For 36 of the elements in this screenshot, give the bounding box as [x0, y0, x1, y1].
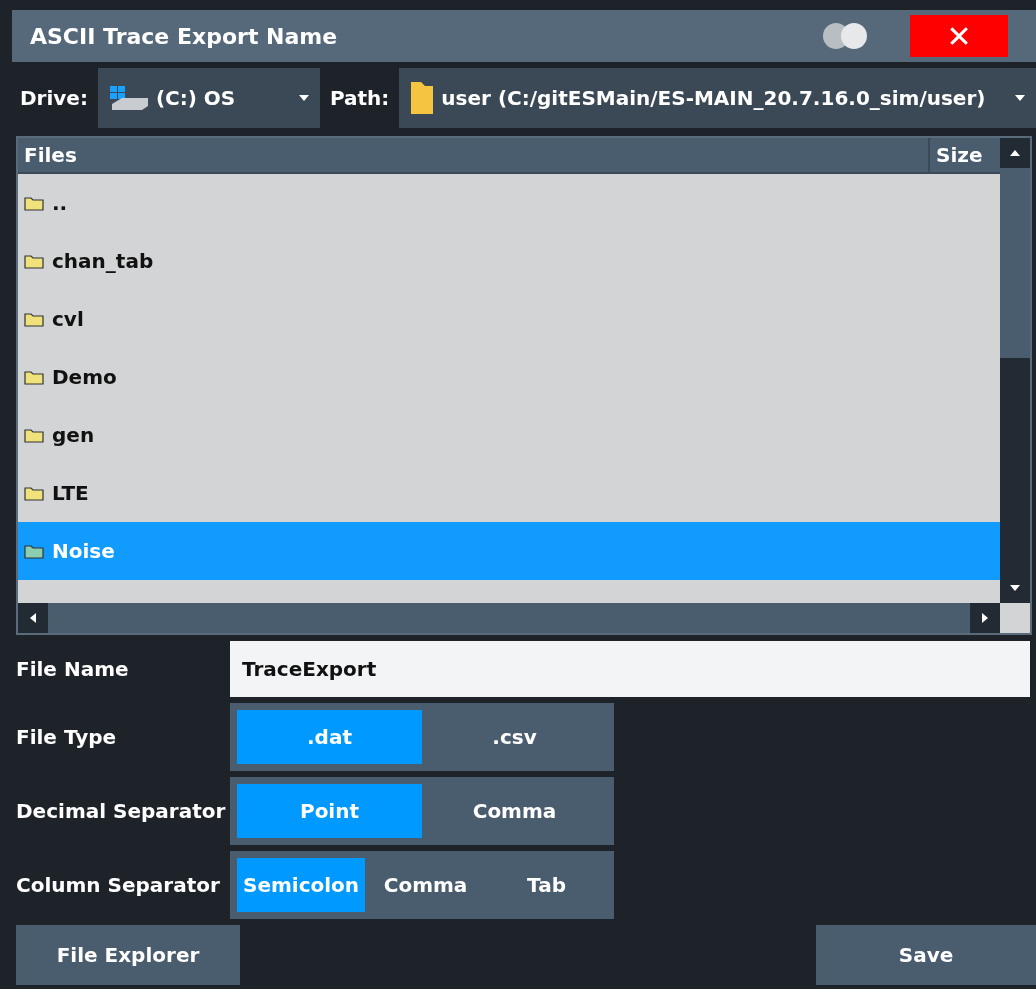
- drive-icon: [107, 84, 150, 112]
- folder-row[interactable]: ..: [18, 174, 1000, 232]
- folder-row[interactable]: LTE: [18, 464, 1000, 522]
- option-button[interactable]: Tab: [486, 858, 607, 912]
- window-title: ASCII Trace Export Name: [30, 23, 339, 49]
- folder-row[interactable]: Demo: [18, 348, 1000, 406]
- option-label: Decimal Separator: [16, 799, 227, 823]
- drive-dropdown[interactable]: (C:) OS: [97, 68, 320, 128]
- file-name-label: File Name: [16, 657, 130, 681]
- folder-row[interactable]: cvl: [18, 290, 1000, 348]
- path-dropdown[interactable]: user (C:/gitESMain/ES-MAIN_20.7.16.0_sim/user): [399, 68, 1036, 128]
- folder-icon: [24, 369, 44, 385]
- folder-icon: [24, 253, 44, 269]
- folder-row[interactable]: chan_tab: [18, 232, 1000, 290]
- save-button[interactable]: Save: [816, 925, 1036, 985]
- folder-icon: [409, 80, 436, 116]
- column-header: Files: [23, 143, 78, 167]
- folder-icon: [24, 195, 44, 211]
- file-name-field[interactable]: TraceExport: [230, 641, 1030, 697]
- toggle-icon[interactable]: [822, 22, 870, 50]
- folder-icon: [24, 427, 44, 443]
- option-label: Column Separator: [16, 873, 221, 897]
- folder-row[interactable]: gen: [18, 406, 1000, 464]
- close-button[interactable]: ✕: [910, 15, 1008, 57]
- folder-icon: [24, 485, 44, 501]
- option-button[interactable]: Comma: [365, 858, 487, 912]
- option-button[interactable]: .csv: [422, 710, 607, 764]
- folder-icon: [24, 543, 44, 559]
- option-label: File Type: [16, 725, 118, 749]
- vertical-scrollbar[interactable]: [1000, 138, 1030, 603]
- option-button[interactable]: Comma: [422, 784, 607, 838]
- drive-label: Drive:: [19, 86, 89, 110]
- horizontal-scrollbar[interactable]: [18, 603, 1000, 633]
- path-label: Path:: [328, 86, 391, 110]
- folder-icon: [24, 311, 44, 327]
- file-explorer-button[interactable]: File Explorer: [16, 925, 240, 985]
